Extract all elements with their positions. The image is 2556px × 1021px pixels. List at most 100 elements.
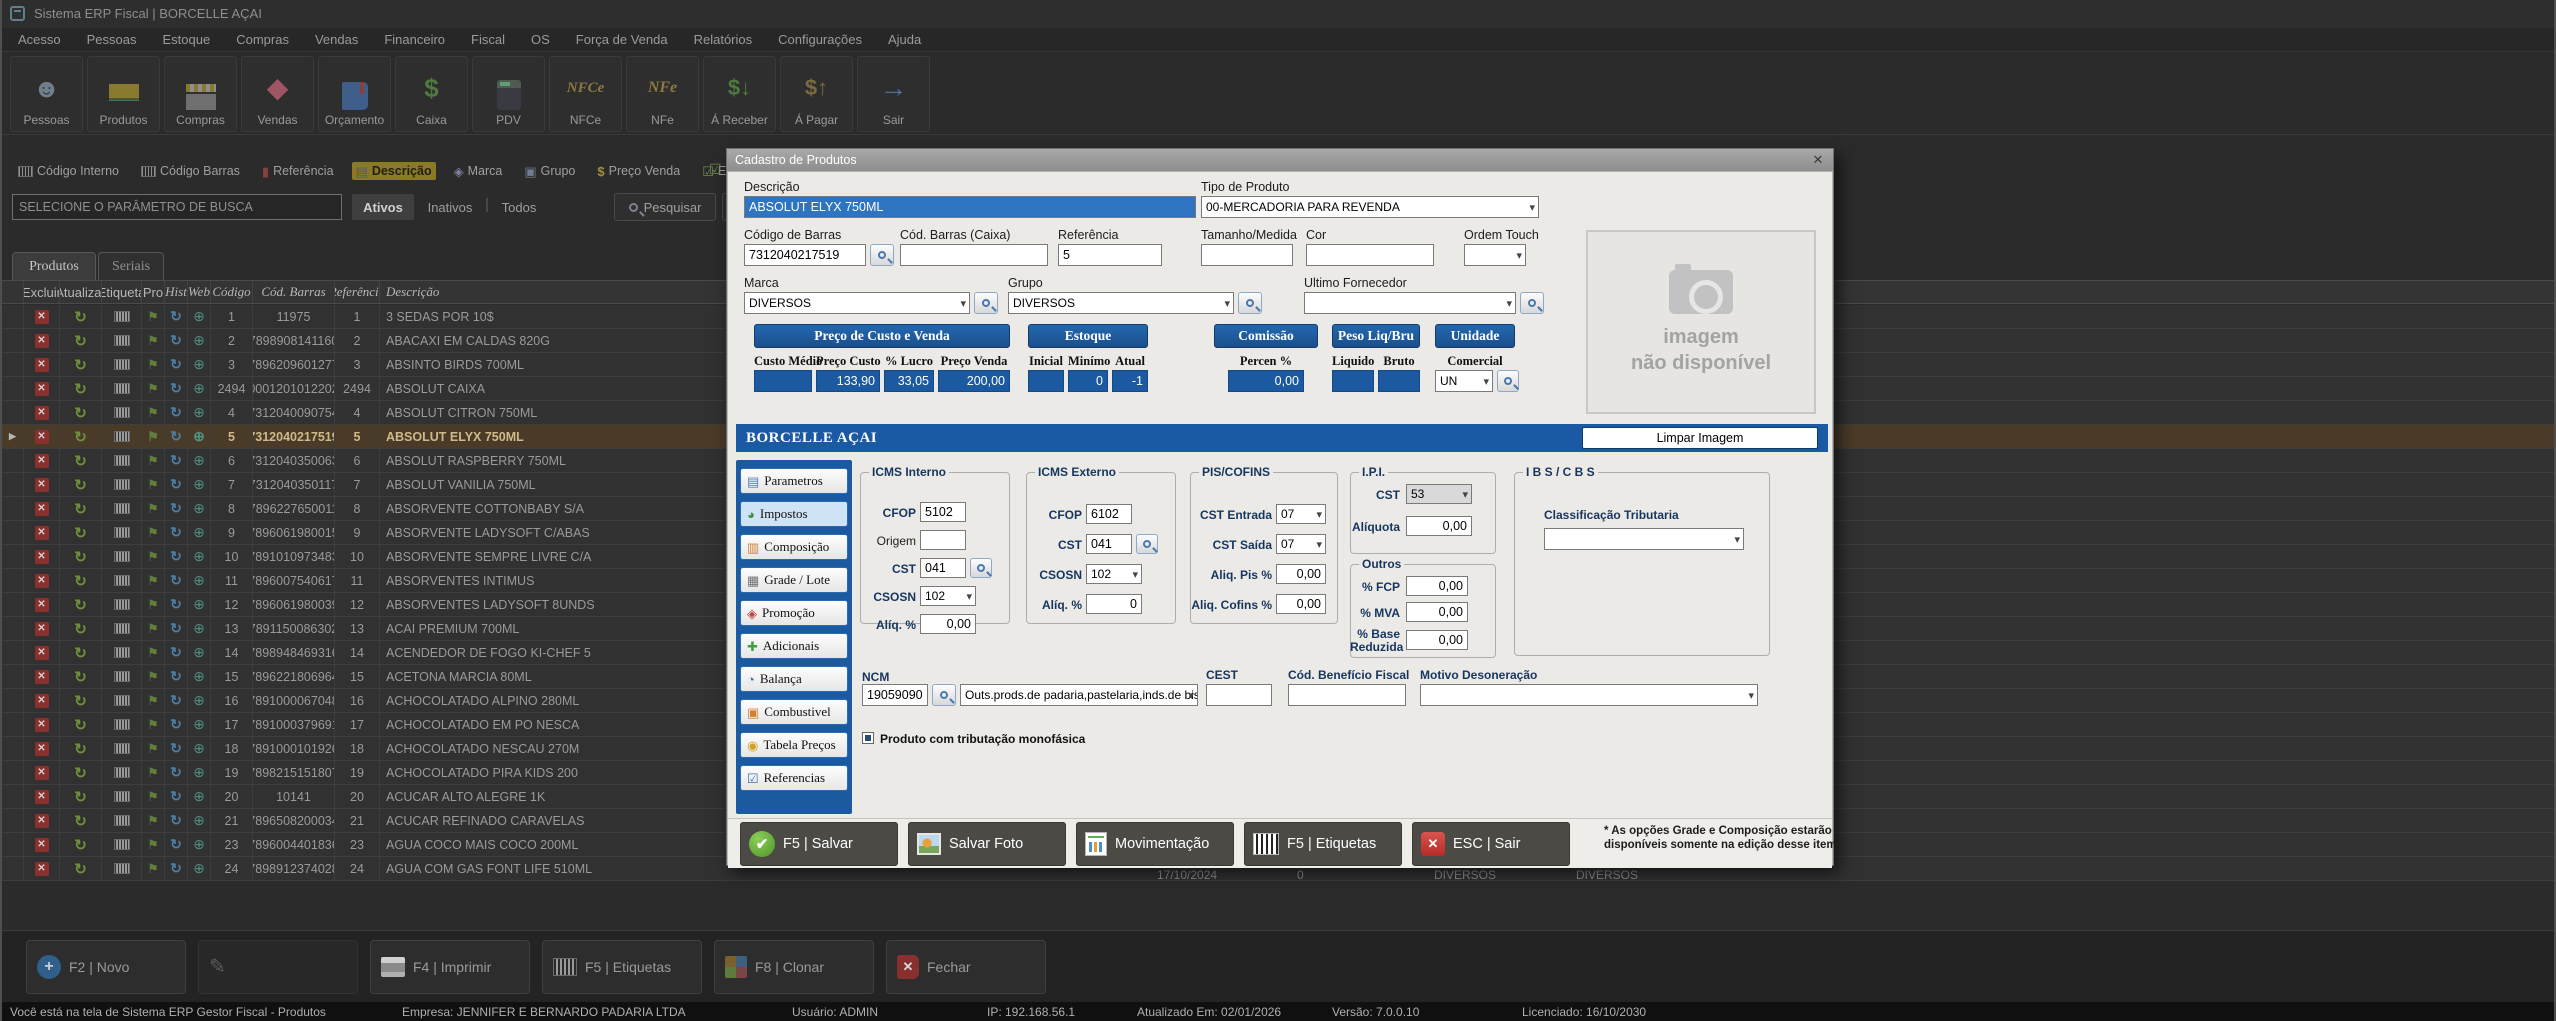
toolbar-button[interactable]: NFCe (549, 56, 622, 132)
hist-cell[interactable] (165, 593, 188, 616)
label-cell[interactable] (102, 857, 142, 880)
classificacao-select[interactable] (1544, 528, 1744, 550)
hist-cell[interactable] (165, 689, 188, 712)
marca-select[interactable]: DIVERSOS (744, 292, 970, 314)
hist-cell[interactable] (165, 521, 188, 544)
label-cell[interactable] (102, 545, 142, 568)
tab-produtos[interactable]: Produtos (12, 252, 96, 280)
label-cell[interactable] (102, 473, 142, 496)
web-cell[interactable] (188, 377, 211, 400)
delete-cell[interactable]: ✕ (24, 665, 60, 688)
web-cell[interactable] (188, 833, 211, 856)
menu-item[interactable]: Compras (236, 32, 289, 47)
web-cell[interactable] (188, 809, 211, 832)
web-cell[interactable] (188, 641, 211, 664)
monofasica-checkbox[interactable] (862, 732, 874, 744)
update-cell[interactable] (60, 809, 102, 832)
web-cell[interactable] (188, 593, 211, 616)
delete-cell[interactable]: ✕ (24, 641, 60, 664)
icms-int-origem-field[interactable] (920, 530, 966, 550)
label-cell[interactable] (102, 665, 142, 688)
filter-chip[interactable]: Código Barras (137, 162, 244, 180)
inicial-field[interactable] (1028, 370, 1064, 392)
label-cell[interactable] (102, 785, 142, 808)
label-cell[interactable] (102, 737, 142, 760)
atual-field[interactable]: -1 (1112, 370, 1148, 392)
toolbar-button[interactable]: Sair (857, 56, 930, 132)
delete-cell[interactable]: ✕ (24, 425, 60, 448)
toolbar-button[interactable]: Produtos (87, 56, 160, 132)
icms-ext-aliq-field[interactable]: 0 (1086, 594, 1142, 614)
pro-cell[interactable] (142, 377, 165, 400)
liquido-field[interactable] (1332, 370, 1374, 392)
delete-cell[interactable]: ✕ (24, 497, 60, 520)
menu-item[interactable]: Configurações (778, 32, 862, 47)
menu-item[interactable]: Estoque (163, 32, 211, 47)
marca-search-button[interactable] (974, 292, 998, 314)
hist-cell[interactable] (165, 809, 188, 832)
dialog-action-button[interactable]: F5 | Etiquetas (1244, 822, 1402, 866)
side-tab[interactable]: Adicionais (740, 633, 848, 659)
web-cell[interactable] (188, 713, 211, 736)
dialog-action-button[interactable]: Salvar Foto (908, 822, 1066, 866)
pro-cell[interactable] (142, 857, 165, 880)
delete-cell[interactable]: ✕ (24, 449, 60, 472)
web-cell[interactable] (188, 329, 211, 352)
web-cell[interactable] (188, 449, 211, 472)
pro-cell[interactable] (142, 641, 165, 664)
update-cell[interactable] (60, 641, 102, 664)
label-cell[interactable] (102, 497, 142, 520)
label-cell[interactable] (102, 377, 142, 400)
bottom-button[interactable] (198, 940, 358, 994)
hist-cell[interactable] (165, 713, 188, 736)
dialog-action-button[interactable]: F5 | Salvar (740, 822, 898, 866)
update-cell[interactable] (60, 785, 102, 808)
hist-cell[interactable] (165, 665, 188, 688)
web-cell[interactable] (188, 401, 211, 424)
update-cell[interactable] (60, 449, 102, 472)
status-filter-ativos[interactable]: Ativos (352, 194, 414, 220)
web-cell[interactable] (188, 425, 211, 448)
bottom-button[interactable]: F2 | Novo (26, 940, 186, 994)
side-tab[interactable]: Promoção (740, 600, 848, 626)
update-cell[interactable] (60, 521, 102, 544)
status-filter-inativos[interactable]: Inativos (420, 194, 480, 220)
toolbar-button[interactable]: Caixa (395, 56, 468, 132)
fornecedor-search-button[interactable] (1520, 292, 1544, 314)
lucro-field[interactable]: 33,05 (884, 370, 934, 392)
update-cell[interactable] (60, 473, 102, 496)
pro-cell[interactable] (142, 545, 165, 568)
referencia-field[interactable]: 5 (1058, 244, 1162, 266)
delete-cell[interactable]: ✕ (24, 617, 60, 640)
hist-cell[interactable] (165, 449, 188, 472)
side-tab[interactable]: Balança (740, 666, 848, 692)
cst-saida-select[interactable]: 07 (1276, 534, 1326, 554)
pro-cell[interactable] (142, 785, 165, 808)
bottom-button[interactable]: F4 | Imprimir (370, 940, 530, 994)
minimo-field[interactable]: 0 (1068, 370, 1108, 392)
update-cell[interactable] (60, 737, 102, 760)
limpar-imagem-button[interactable]: Limpar Imagem (1582, 427, 1818, 449)
icms-int-csosn-select[interactable]: 102 (920, 586, 976, 606)
pro-cell[interactable] (142, 497, 165, 520)
toolbar-button[interactable]: Pessoas (10, 56, 83, 132)
label-cell[interactable] (102, 305, 142, 328)
web-cell[interactable] (188, 521, 211, 544)
filter-chip[interactable]: Grupo (520, 162, 579, 180)
codigo-barras-search-button[interactable] (870, 244, 894, 266)
delete-cell[interactable]: ✕ (24, 377, 60, 400)
comissao-group-header[interactable]: Comissão (1214, 324, 1318, 348)
label-cell[interactable] (102, 809, 142, 832)
pro-cell[interactable] (142, 329, 165, 352)
price-group-header[interactable]: Preço de Custo e Venda (754, 324, 1010, 348)
menu-item[interactable]: Ajuda (888, 32, 921, 47)
bottom-button[interactable]: F5 | Etiquetas (542, 940, 702, 994)
pro-cell[interactable] (142, 833, 165, 856)
update-cell[interactable] (60, 329, 102, 352)
delete-cell[interactable]: ✕ (24, 689, 60, 712)
close-icon[interactable]: ✕ (1809, 151, 1827, 169)
side-tab[interactable]: Composição (740, 534, 848, 560)
cor-field[interactable] (1306, 244, 1434, 266)
toolbar-button[interactable]: PDV (472, 56, 545, 132)
side-tab[interactable]: Grade / Lote (740, 567, 848, 593)
